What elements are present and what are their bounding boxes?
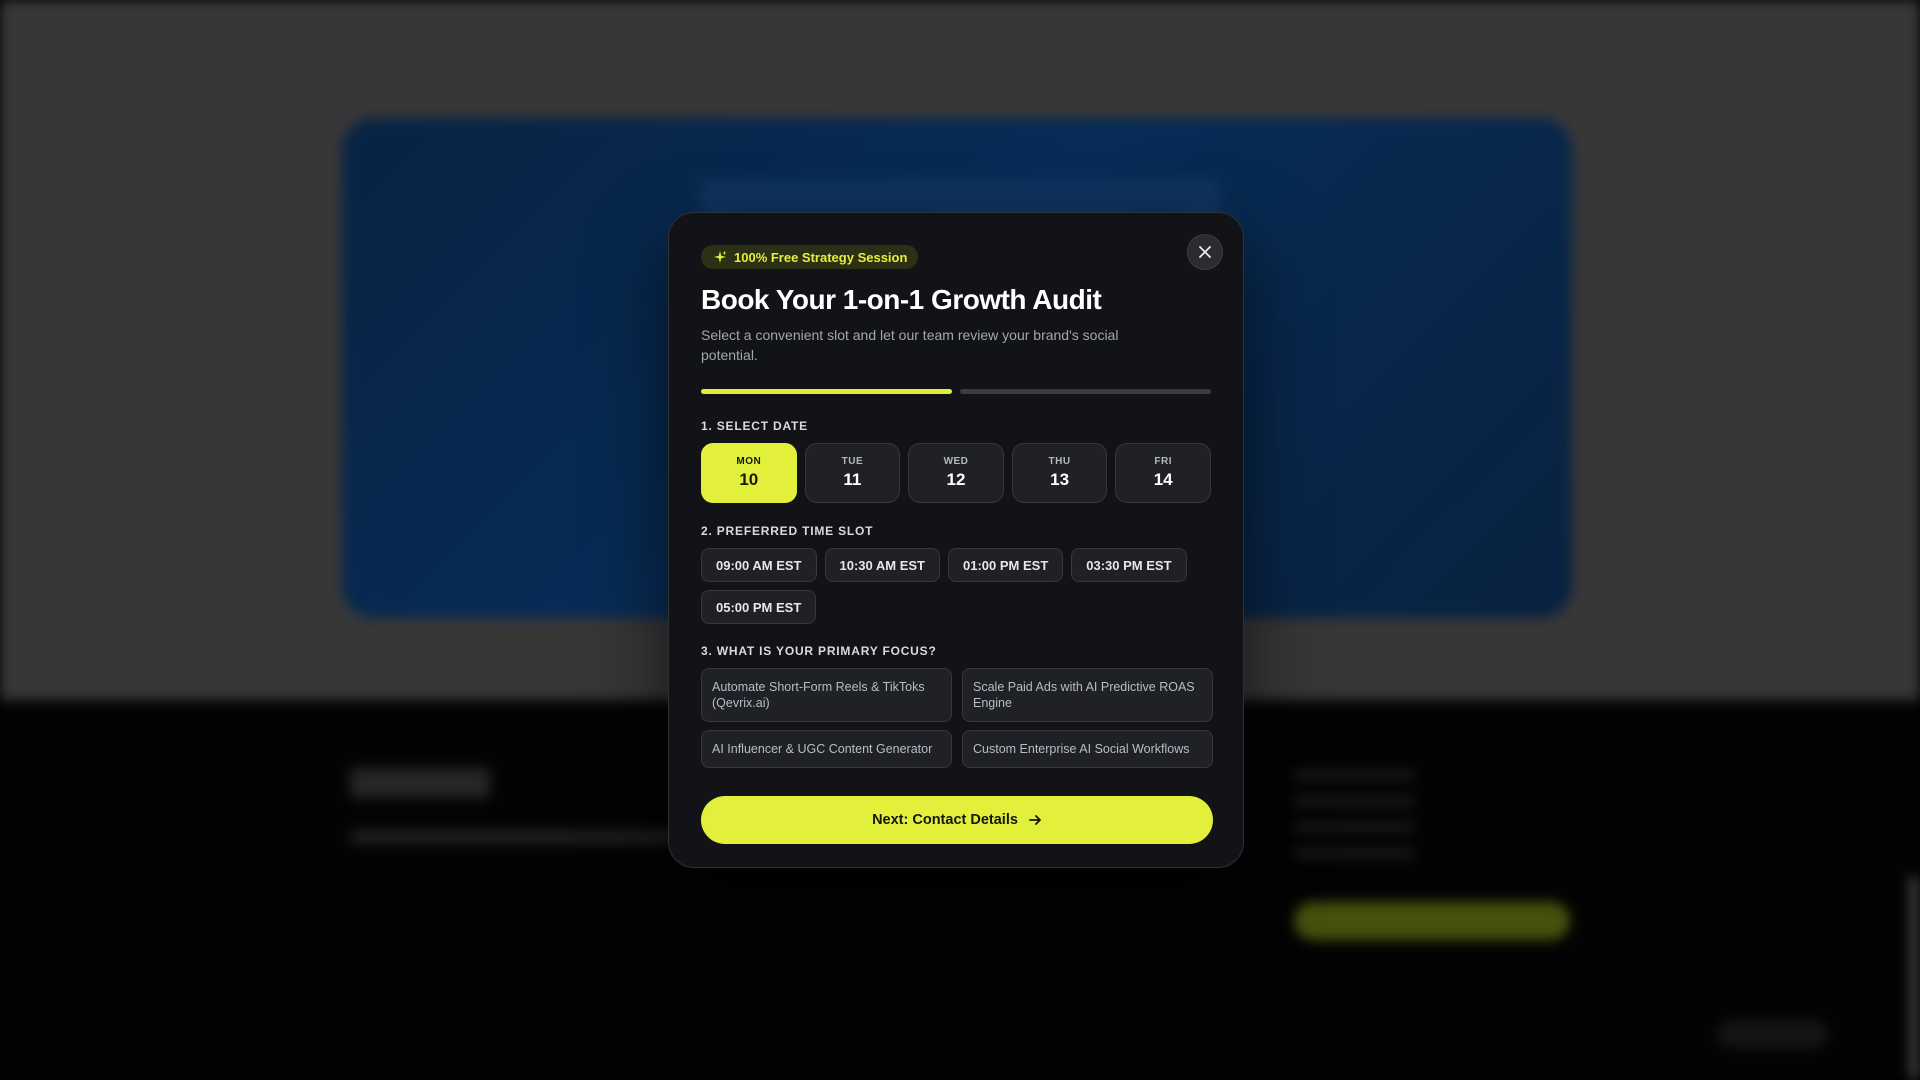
date-picker: MON 10 TUE 11 WED 12 THU 13 FRI 14: [701, 443, 1211, 503]
free-session-badge: 100% Free Strategy Session: [701, 245, 919, 269]
date-weekday: MON: [736, 456, 762, 467]
date-weekday: WED: [943, 456, 969, 467]
step-progress: [701, 389, 1211, 394]
date-option-mon[interactable]: MON 10: [701, 443, 797, 503]
time-slot-option[interactable]: 03:30 PM EST: [1071, 548, 1187, 582]
focus-option-enterprise[interactable]: Custom Enterprise AI Social Workflows: [962, 730, 1213, 768]
next-button[interactable]: Next: Contact Details: [701, 796, 1213, 844]
time-section-label: 2. PREFERRED TIME SLOT: [701, 524, 874, 538]
progress-step-1: [701, 389, 952, 394]
date-day: 10: [739, 470, 759, 489]
date-option-fri[interactable]: FRI 14: [1115, 443, 1211, 503]
focus-option-grid: Automate Short-Form Reels & TikToks (Qev…: [701, 668, 1213, 768]
focus-option-reels[interactable]: Automate Short-Form Reels & TikToks (Qev…: [701, 668, 952, 722]
arrow-right-icon: [1029, 815, 1041, 825]
date-option-thu[interactable]: THU 13: [1011, 443, 1108, 503]
date-day: 12: [946, 470, 966, 489]
time-slot-option[interactable]: 10:30 AM EST: [824, 548, 940, 582]
focus-option-paid-ads[interactable]: Scale Paid Ads with AI Predictive ROAS E…: [962, 668, 1213, 722]
date-day: 14: [1153, 470, 1173, 489]
next-button-label: Next: Contact Details: [872, 812, 1018, 828]
booking-modal: 100% Free Strategy Session Book Your 1-o…: [668, 212, 1244, 868]
date-weekday: THU: [1048, 456, 1071, 467]
date-weekday: FRI: [1154, 456, 1172, 467]
modal-title: Book Your 1-on-1 Growth Audit: [701, 284, 1102, 315]
close-icon: [1199, 246, 1211, 258]
date-day: 11: [843, 470, 862, 489]
time-slot-option[interactable]: 01:00 PM EST: [948, 548, 1064, 582]
time-slot-list: 09:00 AM EST 10:30 AM EST 01:00 PM EST 0…: [701, 548, 1213, 624]
date-option-wed[interactable]: WED 12: [908, 443, 1004, 503]
sparkles-icon: [714, 250, 727, 263]
date-weekday: TUE: [841, 456, 864, 467]
time-slot-option[interactable]: 09:00 AM EST: [701, 548, 817, 582]
date-option-tue[interactable]: TUE 11: [804, 443, 901, 503]
time-slot-option[interactable]: 05:00 PM EST: [701, 590, 817, 624]
focus-section-label: 3. WHAT IS YOUR PRIMARY FOCUS?: [701, 644, 937, 658]
progress-step-2: [960, 389, 1211, 394]
focus-option-ugc[interactable]: AI Influencer & UGC Content Generator: [701, 730, 952, 768]
close-button[interactable]: [1187, 234, 1223, 270]
date-section-label: 1. SELECT DATE: [701, 419, 808, 433]
modal-subtitle: Select a convenient slot and let our tea…: [701, 327, 1119, 363]
badge-label: 100% Free Strategy Session: [734, 249, 908, 265]
date-day: 13: [1050, 470, 1070, 489]
